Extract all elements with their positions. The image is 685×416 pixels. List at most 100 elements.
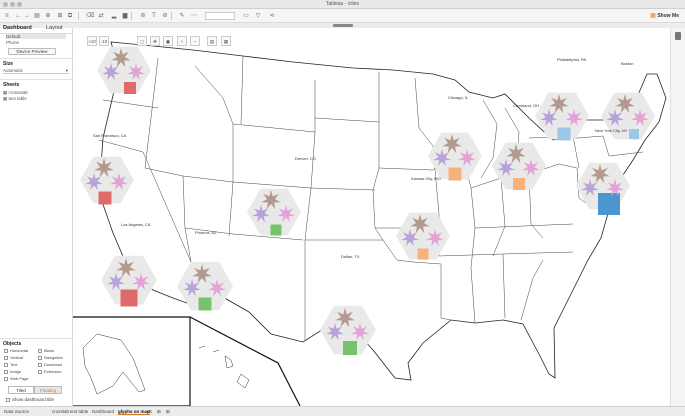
fit-selector[interactable] bbox=[205, 12, 235, 20]
share-icon[interactable]: ⋖ bbox=[268, 12, 276, 20]
tab-layout[interactable]: Layout bbox=[46, 25, 63, 31]
device-default[interactable]: Default bbox=[6, 34, 66, 39]
new-dashboard-icon[interactable]: ⊞ bbox=[157, 409, 161, 415]
filter-icon[interactable]: ▽ bbox=[254, 12, 262, 20]
scroll-thumb[interactable] bbox=[675, 32, 681, 40]
new-sheet-icon[interactable]: ⊞ bbox=[56, 12, 64, 20]
redo-view-button[interactable]: -10 bbox=[99, 36, 109, 46]
city-square-mark[interactable] bbox=[98, 191, 112, 205]
hawaii-inset bbox=[189, 316, 301, 406]
duplicate-icon[interactable]: ⧉ bbox=[66, 12, 74, 20]
object-image[interactable]: Image bbox=[4, 369, 21, 374]
divider bbox=[0, 79, 73, 80]
show-me-button[interactable]: ▦ Show Me bbox=[650, 12, 679, 19]
toolbar-divider bbox=[78, 12, 79, 20]
sheet-item-text-table[interactable]: ▦ text table bbox=[3, 96, 27, 102]
zoom-out-icon[interactable]: − bbox=[190, 36, 200, 46]
floating-toggle[interactable]: Floating bbox=[34, 386, 62, 394]
new-story-icon[interactable]: ⊞ bbox=[166, 409, 170, 415]
sheets-label: Sheets bbox=[3, 82, 20, 88]
device-preview-button[interactable]: Device Preview bbox=[8, 48, 56, 55]
object-horizontal[interactable]: Horizontal bbox=[4, 348, 28, 353]
tab-glyphs-on-map[interactable]: glyphs on map bbox=[118, 409, 150, 415]
sort-ascending-icon[interactable]: ▂ bbox=[110, 12, 118, 20]
undo-view-button[interactable]: +10 bbox=[87, 36, 97, 46]
pin-icon[interactable]: ⊘ bbox=[161, 12, 169, 20]
state-line bbox=[240, 55, 244, 125]
save-icon[interactable]: ▤ bbox=[33, 12, 41, 20]
sort-descending-icon[interactable]: ▆ bbox=[121, 12, 129, 20]
checkbox-icon bbox=[6, 397, 10, 402]
city-square-mark[interactable] bbox=[270, 224, 282, 236]
city-square-mark[interactable] bbox=[124, 82, 136, 94]
tooltip-icon[interactable]: ⋯ bbox=[190, 12, 198, 20]
city-square-mark[interactable] bbox=[343, 341, 357, 355]
present-icon[interactable]: ▭ bbox=[242, 12, 250, 20]
divider bbox=[0, 58, 73, 59]
swap-icon[interactable]: ⇄ bbox=[97, 12, 105, 20]
label-icon[interactable]: T bbox=[150, 12, 158, 20]
resize-grip[interactable] bbox=[333, 24, 353, 27]
city-label: Chicago, IL bbox=[448, 95, 469, 100]
state-line bbox=[144, 167, 192, 263]
highlight-icon[interactable]: ✎ bbox=[178, 12, 186, 20]
show-title-checkbox[interactable]: Show dashboard title bbox=[6, 397, 54, 402]
zoom-area-icon[interactable]: ▢ bbox=[137, 36, 147, 46]
dashboard-panel: Dashboard Layout Default Phone Device Pr… bbox=[0, 25, 73, 406]
object-blank[interactable]: Blank bbox=[38, 348, 54, 353]
window-titlebar: Tableau - cities bbox=[0, 0, 685, 9]
city-square-mark[interactable] bbox=[513, 178, 525, 190]
city-square-mark[interactable] bbox=[198, 297, 212, 311]
size-label: Size bbox=[3, 61, 14, 67]
navigation-icon bbox=[38, 355, 42, 360]
object-navigation[interactable]: Navigation bbox=[38, 355, 63, 360]
hawaii-shape bbox=[198, 345, 250, 389]
city-square-mark[interactable] bbox=[557, 127, 571, 141]
city-glyphs bbox=[80, 46, 655, 355]
menu-icon[interactable]: ≡ bbox=[3, 12, 11, 20]
tab-text-table[interactable]: text table bbox=[70, 409, 88, 414]
state-line bbox=[502, 251, 574, 255]
calendar-icon[interactable]: ▦ bbox=[221, 36, 231, 46]
tab-data-source[interactable]: Data Source bbox=[4, 409, 29, 414]
back-icon[interactable]: ← bbox=[14, 12, 22, 20]
city-square-mark[interactable] bbox=[598, 193, 620, 215]
new-datasource-icon[interactable]: ⊕ bbox=[44, 12, 52, 20]
tab-crosstab[interactable]: crosstab bbox=[52, 409, 69, 414]
object-extension[interactable]: Extension bbox=[38, 369, 62, 374]
state-line bbox=[194, 65, 234, 182]
tiled-toggle[interactable]: Tiled bbox=[8, 386, 34, 394]
state-line bbox=[232, 123, 316, 133]
select-icon[interactable]: ▣ bbox=[163, 36, 173, 46]
state-line bbox=[378, 167, 434, 171]
text-icon bbox=[4, 362, 8, 367]
state-line bbox=[314, 117, 380, 123]
object-web-page[interactable]: Web Page bbox=[4, 376, 29, 381]
tab-dashboard[interactable]: Dashboard bbox=[92, 409, 114, 414]
new-sheet-icon[interactable]: ⊞ bbox=[148, 409, 152, 415]
us-outline bbox=[98, 41, 667, 381]
city-square-mark[interactable] bbox=[448, 167, 462, 181]
map-options-icon[interactable]: ▤ bbox=[207, 36, 217, 46]
forward-icon[interactable]: → bbox=[23, 12, 31, 20]
clear-icon[interactable]: ⌫ bbox=[86, 12, 94, 20]
group-icon[interactable]: ⊜ bbox=[139, 12, 147, 20]
glyph-map[interactable]: Philadelphia, PA Boston Chicago, IL Clevela… bbox=[73, 28, 670, 406]
horizontal-container-icon bbox=[4, 348, 8, 353]
object-download[interactable]: Download bbox=[38, 362, 62, 367]
city-square-mark[interactable] bbox=[417, 248, 429, 260]
city-label: Phoenix, AZ bbox=[195, 230, 217, 235]
city-square-mark[interactable] bbox=[120, 289, 138, 307]
sheet-icon: ▦ bbox=[3, 90, 8, 95]
vertical-scrollbar[interactable] bbox=[670, 28, 685, 406]
city-square-mark[interactable] bbox=[629, 129, 639, 139]
object-text[interactable]: Text bbox=[4, 362, 17, 367]
pan-icon[interactable]: ✥ bbox=[150, 36, 160, 46]
size-select[interactable]: Automatic ▾ bbox=[3, 68, 69, 74]
state-line bbox=[310, 187, 376, 191]
tab-dashboard[interactable]: Dashboard bbox=[3, 25, 32, 31]
device-phone[interactable]: Phone bbox=[6, 40, 19, 45]
object-vertical[interactable]: Vertical bbox=[4, 355, 23, 360]
zoom-in-icon[interactable]: + bbox=[177, 36, 187, 46]
inset-frame bbox=[189, 316, 301, 406]
